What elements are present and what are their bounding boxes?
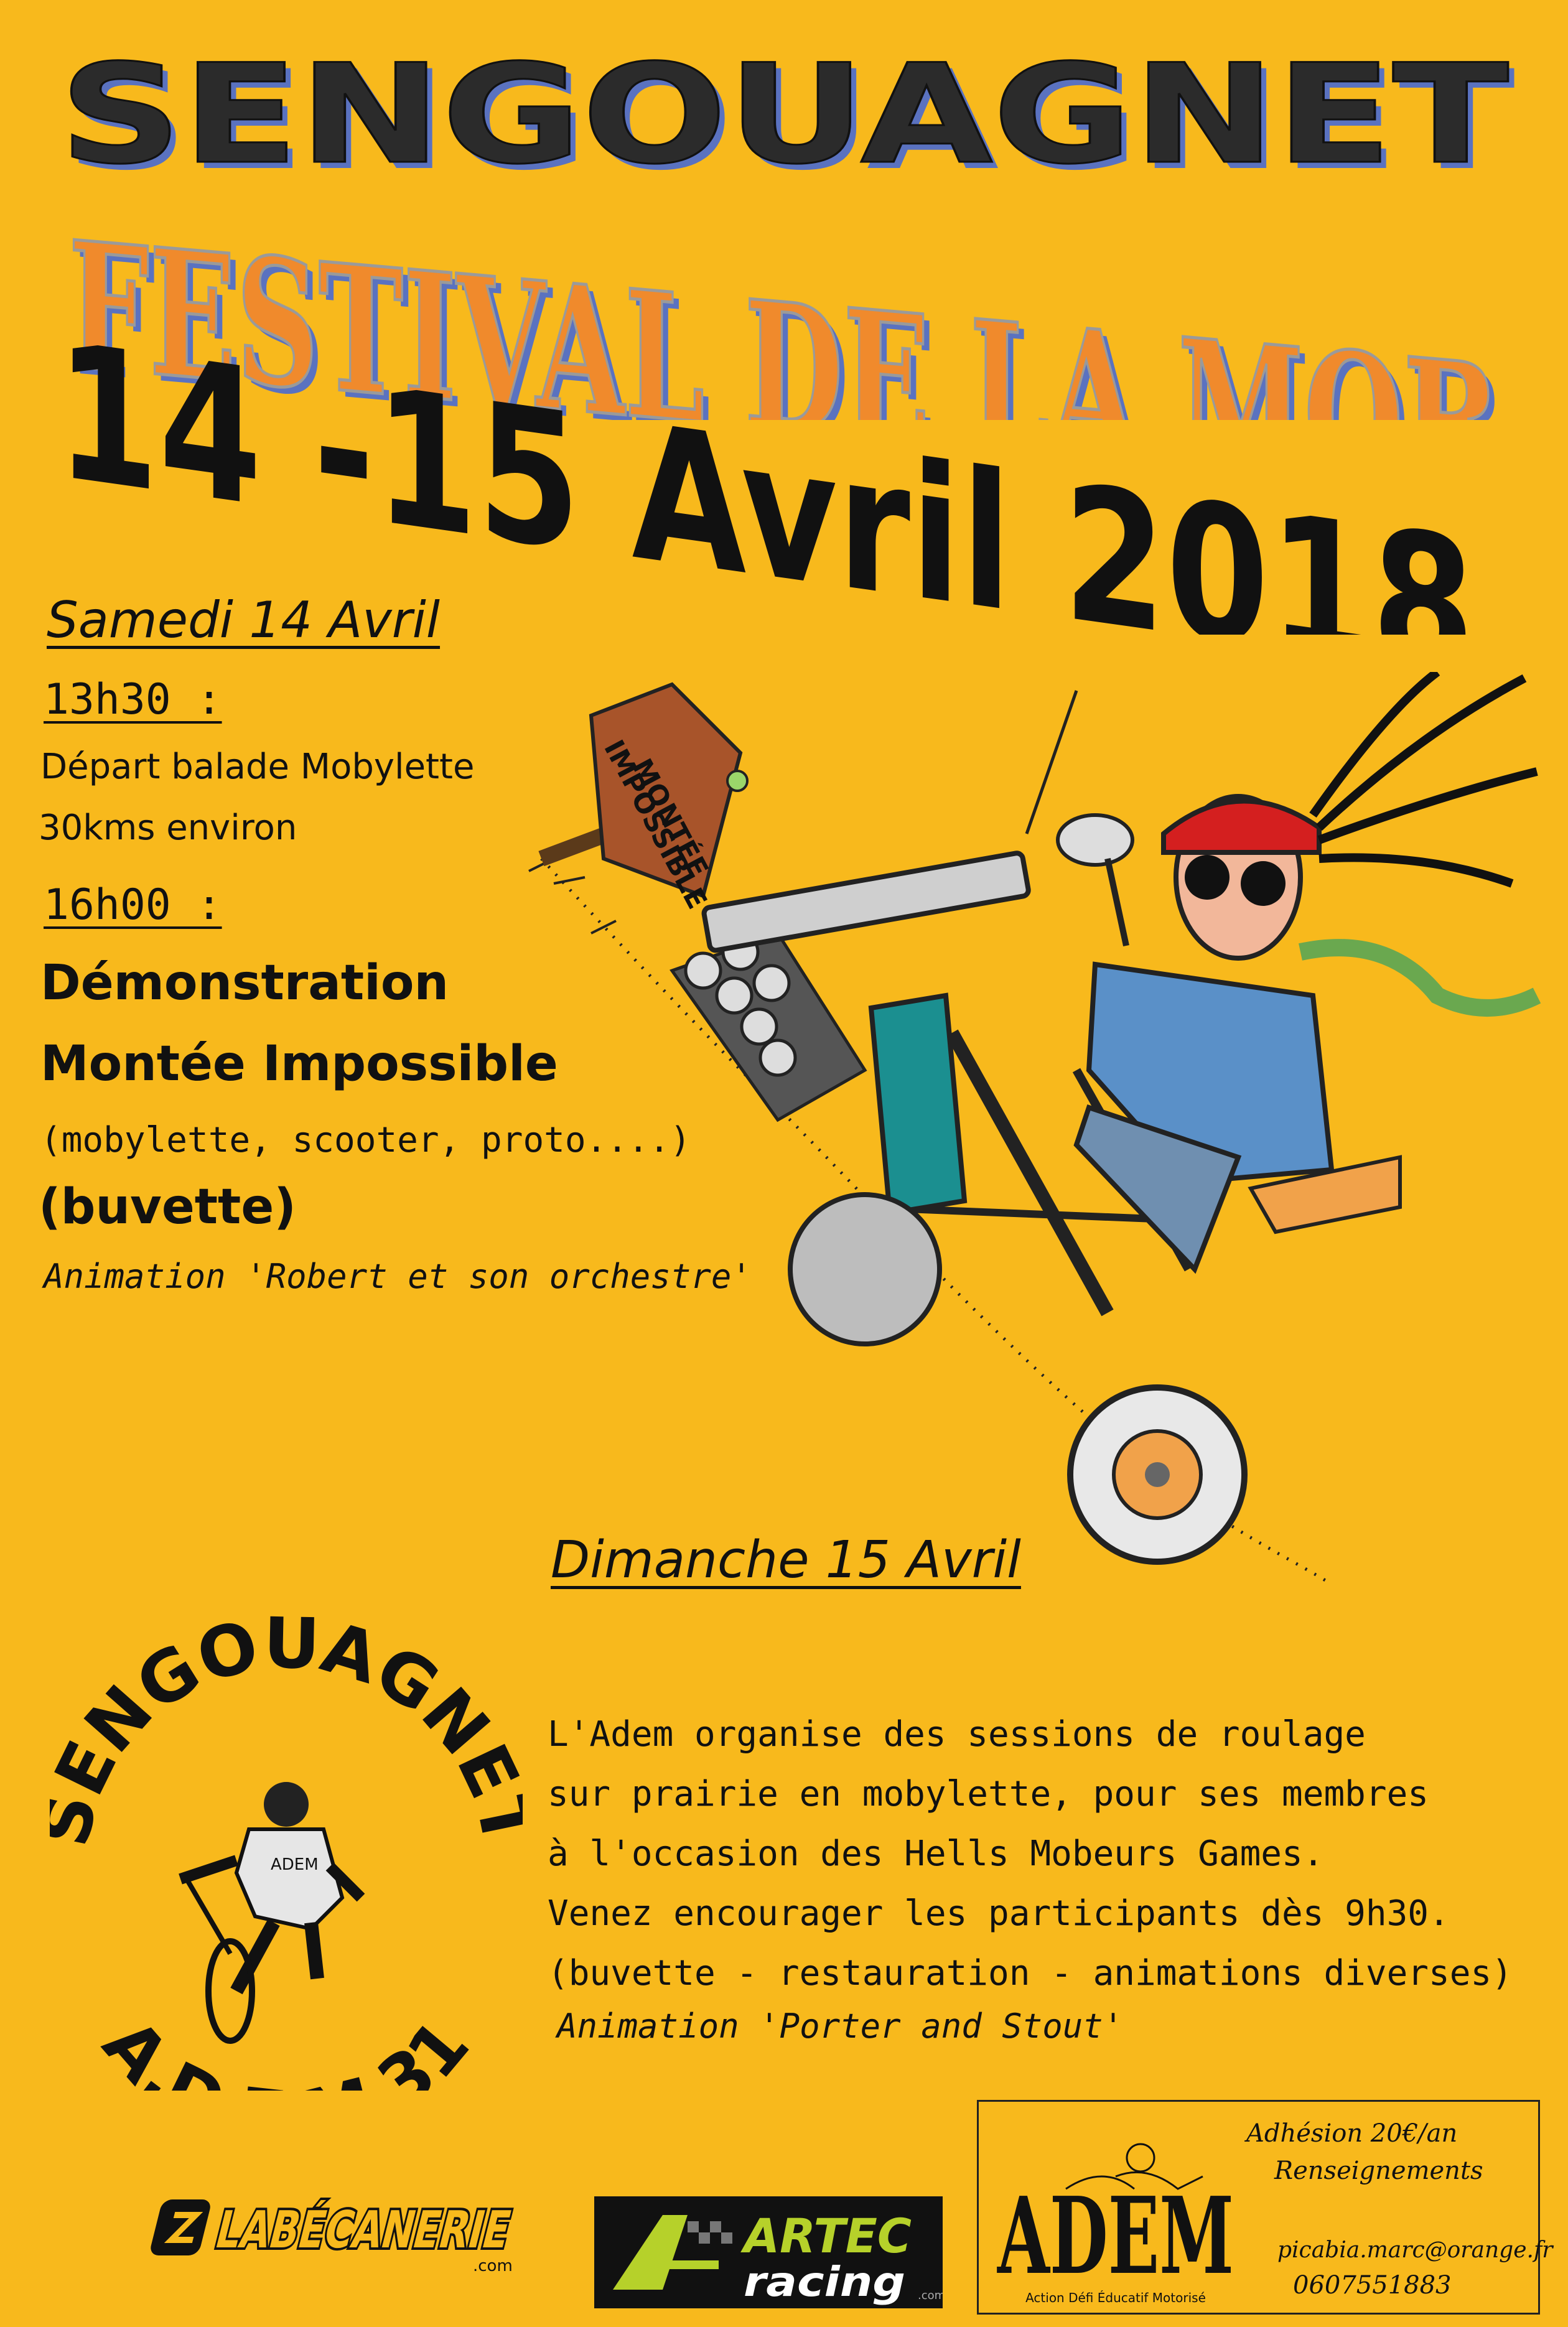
sunday-line-5: (buvette - restauration - animations div… [548,1953,1513,1994]
adem-logo: ADEM Action Défi Éducatif Motorisé [997,2143,1234,2305]
snail-icon [726,770,749,792]
adem-logo-sub: Action Défi Éducatif Motorisé [1025,2290,1206,2305]
saturday-item-1-line-1: Départ balade Mobylette [40,747,475,787]
sponsor-labecanerie[interactable]: LABÉCANERIE .com [149,2178,548,2277]
artec-logo: ARTEC racing .com [613,2208,945,2306]
club-logo-rider-icon: ADEM [179,1782,365,2044]
saturday-item-2-title-2: Montée Impossible [40,1036,558,1092]
membership-fee: Adhésion 20€/an [1246,2119,1458,2148]
mirror [1056,813,1134,867]
club-logo: SENGOUAGNET A.D.E.M.31 ADEM [50,1605,523,2091]
sunday-line-4: Venez encourager les participants dès 9h… [548,1893,1450,1934]
rider [1025,672,1541,1274]
saturday-item-1-line-2: 30kms environ [39,808,297,848]
headline-dates-text: 14 -15 Avril 2018 [56,303,1475,635]
engine [788,1192,942,1346]
membership-card: Adhésion 20€/an Renseignements picabia.m… [977,2100,1552,2315]
artec-bottom-text: racing [744,2258,905,2306]
sunday-line-3: à l'occasion des Hells Mobeurs Games. [548,1834,1324,1874]
headline-dates: 14 -15 Avril 2018 [56,303,1475,635]
labecanerie-logo: LABÉCANERIE .com [151,2197,520,2275]
saturday-time-2: 16h00 : [44,880,222,930]
saturday-buvette: (buvette) [39,1179,296,1235]
mob-rider-illustration: MONTÉE IMPOSSIBLE [528,672,1541,1582]
artec-top-text: ARTEC [740,2208,912,2264]
sunday-animation: Animation 'Porter and Stout' [557,2007,1124,2046]
adem-logo-text: ADEM [997,2174,1234,2298]
labecanerie-sub: .com [473,2257,513,2275]
track-wheels [670,931,867,1122]
sunday-line-1: L'Adem organise des sessions de roulage [548,1714,1366,1755]
info-label: Renseignements [1274,2157,1483,2185]
saturday-time-1: 13h30 : [44,675,222,724]
contact-phone[interactable]: 0607551883 [1293,2271,1452,2300]
helmet [1161,798,1322,855]
saturday-item-2-title-1: Démonstration [40,955,449,1011]
fuel-tank [868,992,968,1216]
artec-sub-text: .com [918,2289,943,2302]
labecanerie-text: LABÉCANERIE [210,2199,517,2260]
contact-email[interactable]: picabia.marc@orange.fr [1277,2237,1552,2263]
sponsor-artec-racing[interactable]: ARTEC racing .com [594,2196,945,2308]
rider-bib: ADEM [271,1855,319,1874]
saturday-title: Samedi 14 Avril [47,591,441,649]
sunday-line-2: sur prairie en mobylette, pour ses membr… [548,1774,1429,1814]
rear-wheel [1067,1384,1248,1565]
sunday-title: Dimanche 15 Avril [551,1531,1021,1590]
club-logo-bottom-text: A.D.E.M.31 [87,2004,485,2091]
